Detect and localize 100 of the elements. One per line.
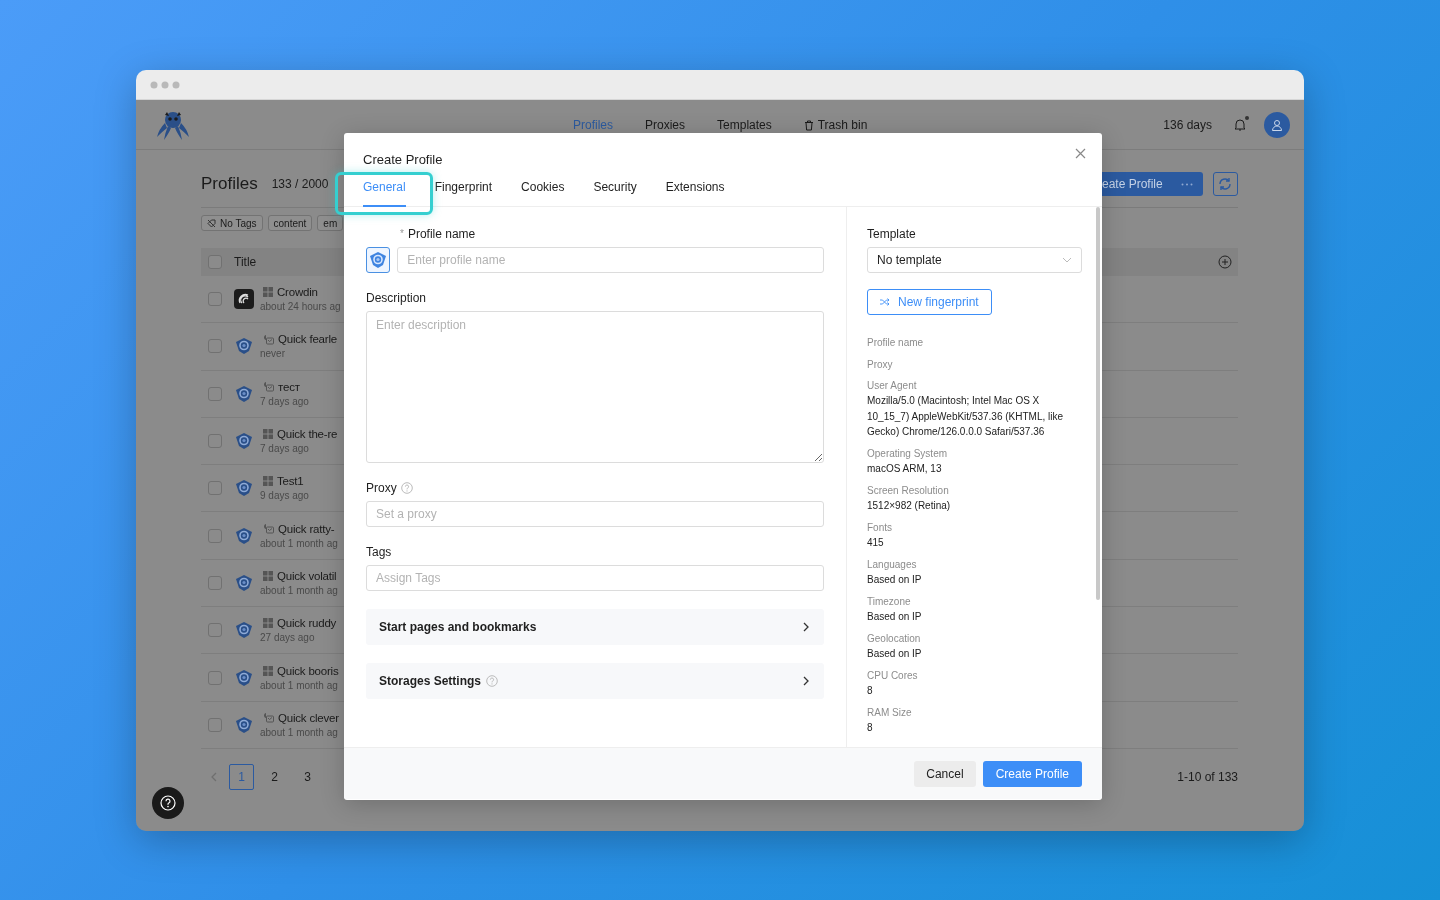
create-profile-button[interactable]: eate Profile xyxy=(1102,172,1203,196)
checkbox[interactable] xyxy=(208,292,222,307)
tab[interactable]: Security xyxy=(593,180,637,207)
checkbox[interactable] xyxy=(208,255,222,269)
last-used-time: about 1 month ag xyxy=(260,726,339,738)
collapsible-section[interactable]: Storages Settings xyxy=(366,663,824,699)
window-controls-icon[interactable] xyxy=(150,80,182,89)
checkbox[interactable] xyxy=(208,623,222,638)
refresh-button[interactable] xyxy=(1212,172,1238,196)
tab[interactable]: Cookies xyxy=(521,180,565,207)
input-field[interactable]: Set a proxy xyxy=(366,501,824,527)
field-label: Profile name xyxy=(407,227,476,241)
refresh-icon xyxy=(1218,177,1233,191)
browser-icon xyxy=(234,714,254,735)
nav-tab[interactable]: Trash bin xyxy=(803,118,868,132)
profile-name: Quick ruddy xyxy=(277,617,337,630)
avatar-button[interactable] xyxy=(1264,111,1290,138)
detail-label: Screen Resolution xyxy=(867,484,950,498)
field-label: Proxy xyxy=(366,481,397,495)
app-icon xyxy=(234,289,254,310)
more-icon[interactable] xyxy=(1180,182,1193,186)
detail-label: Geolocation xyxy=(867,632,922,646)
tag-chip[interactable]: content xyxy=(267,215,313,231)
detail-value: Based on IP xyxy=(867,610,923,624)
close-button[interactable] xyxy=(1075,148,1086,159)
input-field[interactable]: Enter profile name xyxy=(397,247,824,273)
detail-label: Operating System xyxy=(867,447,949,461)
detail-value: 415 xyxy=(867,536,885,550)
cancel-button[interactable]: Cancel xyxy=(914,760,976,787)
browser-icon xyxy=(234,431,254,452)
user-icon xyxy=(1271,118,1283,131)
tab[interactable]: General xyxy=(363,180,406,207)
profile-name: Crowdin xyxy=(277,286,318,299)
input-field[interactable]: Assign Tags xyxy=(366,565,824,591)
checkbox[interactable] xyxy=(208,339,222,354)
help-icon xyxy=(160,795,176,811)
profile-name: Quick clever xyxy=(278,711,339,724)
browser-icon xyxy=(234,336,254,357)
chevron-icon xyxy=(802,622,810,632)
nav-tab[interactable]: Proxies xyxy=(645,118,686,132)
detail-label: Fonts xyxy=(867,521,893,535)
close-icon xyxy=(1075,148,1086,159)
previous-page-icon[interactable] xyxy=(210,771,217,782)
collapsible-section[interactable]: Start pages and bookmarks xyxy=(366,609,824,645)
page-button[interactable]: 2 xyxy=(262,763,287,790)
tab[interactable]: Extensions xyxy=(665,180,725,207)
tag-chip[interactable]: em xyxy=(317,215,344,231)
create-button[interactable]: Create Profile xyxy=(982,760,1082,787)
browser-icon xyxy=(234,525,254,546)
page-range: 1-10 of 133 xyxy=(1177,769,1238,784)
checkbox[interactable] xyxy=(208,528,222,543)
profile-name: Test1 xyxy=(277,475,304,488)
profile-icon-button[interactable] xyxy=(366,247,391,273)
last-used-time: about 1 month ag xyxy=(260,679,339,691)
checkbox[interactable] xyxy=(208,717,222,732)
field-label: Template xyxy=(867,227,916,241)
column-header: Title xyxy=(234,255,257,269)
checkbox[interactable] xyxy=(208,670,222,685)
checkbox[interactable] xyxy=(208,434,222,449)
last-used-time: 7 days ago xyxy=(260,395,309,407)
detail-value: 8 xyxy=(867,721,874,735)
checkbox[interactable] xyxy=(208,481,222,496)
profile-name: Quick the-re xyxy=(277,428,338,441)
description-field[interactable]: Enter description xyxy=(366,311,824,463)
add-column-icon[interactable] xyxy=(1218,255,1232,269)
browser-icon xyxy=(234,572,254,593)
checkbox[interactable] xyxy=(208,386,222,401)
detail-value: macOS ARM, 13 xyxy=(867,462,943,476)
new-fingerprint-button[interactable]: New fingerprint xyxy=(867,289,992,315)
profile-name: тест xyxy=(278,380,300,393)
help-button[interactable] xyxy=(152,787,184,819)
tag-chip[interactable]: No Tags xyxy=(201,215,263,231)
subscription-days: 136 days xyxy=(1163,117,1212,132)
chevron-icon xyxy=(802,676,810,686)
browser-icon xyxy=(234,667,254,688)
bell-icon[interactable] xyxy=(1234,118,1246,131)
last-used-time: 27 days ago xyxy=(260,632,316,644)
detail-label: Profile name xyxy=(867,336,925,350)
nav-tab[interactable]: Templates xyxy=(717,118,772,132)
required-mark: * xyxy=(400,227,404,241)
checkbox[interactable] xyxy=(208,575,222,590)
tab[interactable]: Fingerprint xyxy=(434,180,493,207)
profile-name: Quick fearle xyxy=(278,333,337,346)
field-label: Tags xyxy=(366,545,392,559)
page-button[interactable]: 3 xyxy=(295,763,320,790)
last-used-time: 7 days ago xyxy=(260,443,310,455)
browser-icon xyxy=(368,250,389,270)
detail-label: Languages xyxy=(867,558,918,572)
detail-label: CPU Cores xyxy=(867,669,919,683)
browser-icon xyxy=(234,478,254,499)
browser-icon xyxy=(234,620,254,641)
profile-count: 133 / 2000 xyxy=(271,177,329,191)
help-icon[interactable] xyxy=(400,482,413,494)
detail-value: 1512×982 (Retina) xyxy=(867,499,952,513)
dialog-title: Create Profile xyxy=(363,152,443,167)
no-tag-icon xyxy=(207,218,216,228)
field-label: Description xyxy=(366,291,427,305)
last-used-time: about 1 month ag xyxy=(260,537,338,549)
last-used-time: about 1 month ag xyxy=(260,584,338,596)
template-select[interactable]: No template xyxy=(867,247,1082,273)
